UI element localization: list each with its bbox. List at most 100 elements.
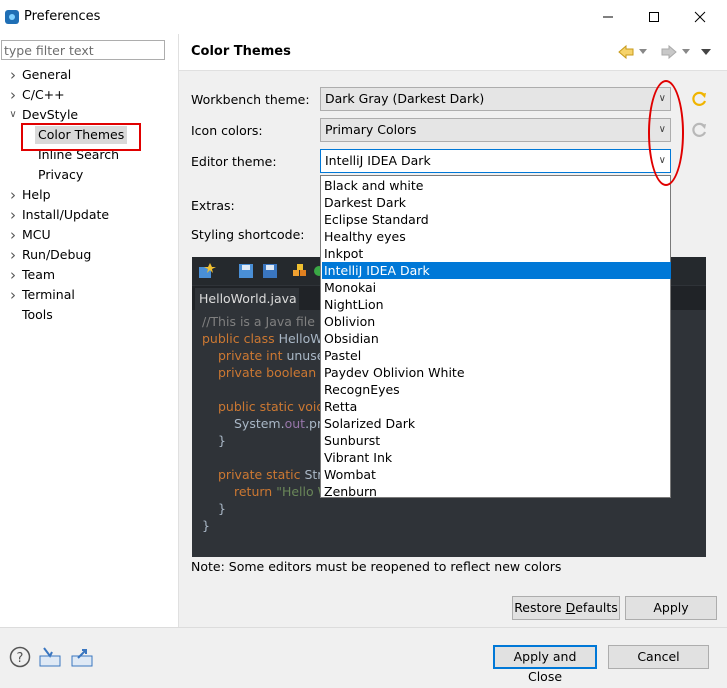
tree-item-run-debug[interactable]: › Run/Debug bbox=[10, 246, 91, 264]
code-line: System.out.prin bbox=[234, 416, 322, 431]
theme-option[interactable]: Eclipse Standard bbox=[324, 211, 429, 228]
code-token: private boolean bbox=[218, 365, 321, 380]
tree-item-terminal[interactable]: › Terminal bbox=[10, 286, 75, 304]
code-token: private static bbox=[218, 467, 305, 482]
theme-option[interactable]: Wombat bbox=[324, 466, 376, 483]
tree-item-general[interactable]: › General bbox=[10, 66, 72, 84]
code-token: out bbox=[284, 416, 306, 431]
collapsed-arrow-icon[interactable]: › bbox=[8, 266, 18, 284]
window-title: Preferences bbox=[24, 9, 101, 24]
apply-and-close-button[interactable]: Apply and Close bbox=[493, 645, 597, 684]
theme-option[interactable]: Vibrant Ink bbox=[324, 449, 392, 466]
theme-option[interactable]: Oblivion bbox=[324, 313, 375, 330]
restore-defaults-button[interactable]: Restore Defaults bbox=[512, 596, 620, 620]
tree-item-label: Install/Update bbox=[22, 207, 110, 222]
styling-shortcode-label: Styling shortcode: bbox=[191, 227, 305, 242]
forward-arrow-icon[interactable] bbox=[660, 44, 678, 60]
apply-button[interactable]: Apply bbox=[625, 596, 717, 620]
icon-colors-select[interactable]: Primary Colors ∨ bbox=[320, 118, 671, 142]
editor-theme-select[interactable]: IntelliJ IDEA Dark ∨ bbox=[320, 149, 671, 173]
filter-input[interactable] bbox=[1, 40, 165, 60]
collapsed-arrow-icon[interactable]: › bbox=[8, 186, 18, 204]
build-icon bbox=[293, 264, 306, 276]
code-line: private int unused bbox=[218, 348, 322, 363]
code-token: public static void bbox=[218, 399, 322, 414]
tree-item-tools[interactable]: Tools bbox=[22, 306, 53, 324]
new-file-icon bbox=[199, 263, 216, 278]
theme-option[interactable]: Retta bbox=[324, 398, 357, 415]
refresh-icon[interactable] bbox=[690, 90, 708, 108]
theme-option[interactable]: Paydev Oblivion White bbox=[324, 364, 465, 381]
theme-option[interactable]: Pastel bbox=[324, 347, 361, 364]
theme-option[interactable]: Solarized Dark bbox=[324, 415, 415, 432]
code-token: System. bbox=[234, 416, 285, 431]
theme-option[interactable]: NightLion bbox=[324, 296, 384, 313]
theme-option[interactable]: Inkpot bbox=[324, 245, 363, 262]
expanded-arrow-icon[interactable]: ∨ bbox=[8, 106, 18, 124]
collapsed-arrow-icon[interactable]: › bbox=[8, 66, 18, 84]
collapsed-arrow-icon[interactable]: › bbox=[8, 246, 18, 264]
code-area: //This is a Java file public class HelloW… bbox=[192, 312, 322, 552]
code-token: return bbox=[234, 484, 277, 499]
tree-item-label: General bbox=[22, 67, 72, 82]
collapsed-arrow-icon[interactable]: › bbox=[8, 226, 18, 244]
annotation-highlight-ellipse bbox=[648, 80, 684, 186]
tree-item-label: Terminal bbox=[22, 287, 75, 302]
code-token: "Hello W bbox=[276, 484, 322, 499]
back-menu-chevron-icon[interactable] bbox=[638, 48, 648, 56]
theme-option[interactable]: Monokai bbox=[324, 279, 376, 296]
code-line: } bbox=[202, 518, 210, 533]
theme-option[interactable]: Black and white bbox=[324, 177, 424, 194]
tree-item-help[interactable]: › Help bbox=[10, 186, 51, 204]
minimize-button[interactable] bbox=[585, 0, 631, 34]
import-icon[interactable] bbox=[38, 646, 62, 668]
code-token: } bbox=[218, 433, 226, 448]
tree-item-team[interactable]: › Team bbox=[10, 266, 56, 284]
preview-tab: HelloWorld.java bbox=[195, 288, 299, 310]
collapsed-arrow-icon[interactable]: › bbox=[8, 86, 18, 104]
code-line: private boolean u bbox=[218, 365, 322, 380]
page-title: Color Themes bbox=[191, 44, 291, 59]
editor-theme-dropdown[interactable]: Black and white Darkest Dark Eclipse Stand… bbox=[320, 175, 671, 500]
maximize-button[interactable] bbox=[631, 0, 677, 34]
tree-item-label: Help bbox=[22, 187, 51, 202]
back-arrow-icon[interactable] bbox=[617, 44, 635, 60]
svg-text:?: ? bbox=[17, 651, 24, 666]
cancel-button[interactable]: Cancel bbox=[608, 645, 709, 669]
tree-item-privacy[interactable]: Privacy bbox=[38, 166, 83, 184]
tree-item-mcu[interactable]: › MCU bbox=[10, 226, 51, 244]
tree-item-label: Privacy bbox=[38, 167, 84, 182]
annotation-highlight-box bbox=[21, 123, 141, 151]
tree-item-install-update[interactable]: › Install/Update bbox=[10, 206, 110, 224]
collapsed-arrow-icon[interactable]: › bbox=[8, 206, 18, 224]
minimize-icon bbox=[603, 16, 613, 18]
tree-item-label: DevStyle bbox=[22, 107, 79, 122]
tree-item-c-c-[interactable]: › C/C++ bbox=[10, 86, 65, 104]
tree-item-label: Team bbox=[22, 267, 56, 282]
close-button[interactable] bbox=[677, 0, 723, 34]
theme-option[interactable]: Zenburn bbox=[324, 483, 377, 500]
workbench-theme-value: Dark Gray (Darkest Dark) bbox=[325, 91, 485, 106]
theme-option[interactable]: Sunburst bbox=[324, 432, 380, 449]
tree-item-label: MCU bbox=[22, 227, 51, 242]
theme-option[interactable]: Darkest Dark bbox=[324, 194, 406, 211]
theme-option[interactable]: Obsidian bbox=[324, 330, 379, 347]
theme-option[interactable]: RecognEyes bbox=[324, 381, 400, 398]
workbench-theme-select[interactable]: Dark Gray (Darkest Dark) ∨ bbox=[320, 87, 671, 111]
code-token: private int bbox=[218, 348, 287, 363]
view-menu-icon[interactable] bbox=[700, 48, 712, 56]
editor-theme-value: IntelliJ IDEA Dark bbox=[325, 153, 431, 168]
help-icon[interactable]: ? bbox=[9, 646, 31, 668]
export-icon[interactable] bbox=[70, 646, 94, 668]
editor-theme-label: Editor theme: bbox=[191, 154, 277, 169]
forward-menu-chevron-icon[interactable] bbox=[681, 48, 691, 56]
theme-option[interactable]: Healthy eyes bbox=[324, 228, 406, 245]
collapsed-arrow-icon[interactable]: › bbox=[8, 286, 18, 304]
theme-option[interactable]: IntelliJ IDEA Dark bbox=[322, 262, 671, 279]
save-icon bbox=[239, 264, 253, 278]
maximize-icon bbox=[649, 12, 659, 22]
save-all-icon bbox=[263, 264, 277, 278]
workbench-theme-label: Workbench theme: bbox=[191, 92, 310, 107]
code-line: public class HelloWo bbox=[202, 331, 322, 346]
tree-item-devstyle[interactable]: ∨ DevStyle bbox=[9, 106, 79, 124]
